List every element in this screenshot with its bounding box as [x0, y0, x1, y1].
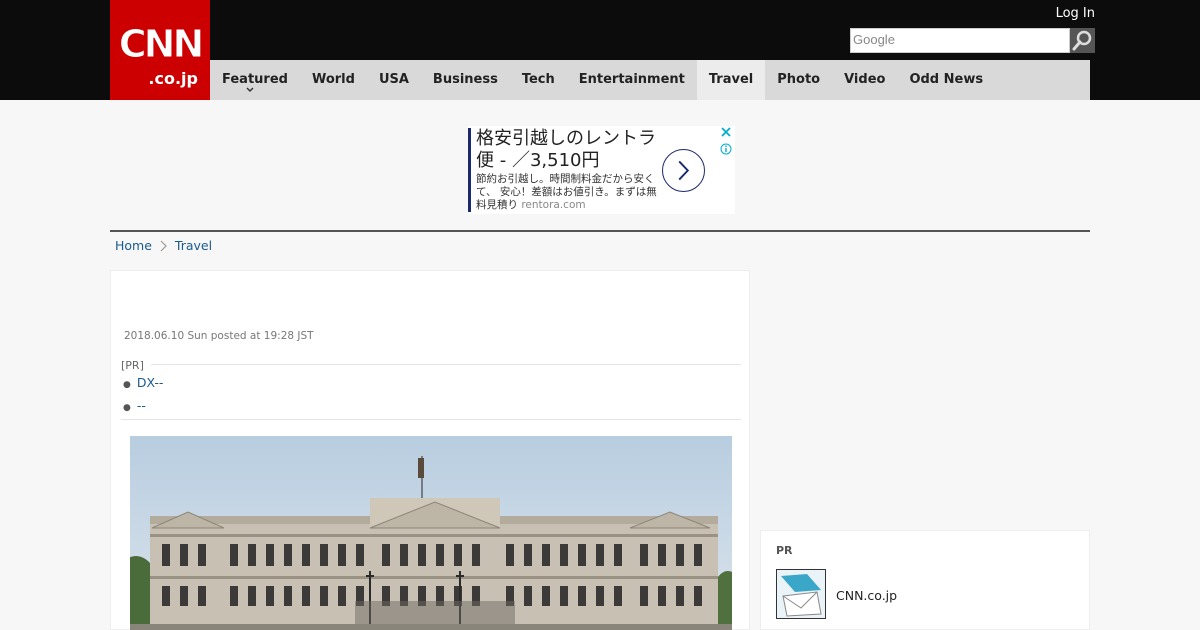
sidebar-thumbnail[interactable] [776, 569, 826, 619]
pr-link[interactable]: DX-- [137, 375, 164, 390]
nav-item-usa[interactable]: USA [367, 60, 421, 100]
document-icon [777, 570, 825, 618]
ad-accent-bar [468, 128, 471, 212]
pr-link-item: ● DX-- [123, 375, 163, 393]
chevron-right-icon [160, 240, 167, 252]
bullet-icon: ● [123, 380, 131, 390]
nav-item-label: Tech [521, 72, 555, 87]
article-date: 2018.06.10 Sun posted at 19:28 JST [124, 330, 314, 342]
sidebar-pr-label: PR [776, 544, 793, 557]
pr-link-item: ● -- [123, 398, 146, 416]
ad-description: 節約お引越し。時間制料金だから安くて、 安心！差額はお値引き。まずは無料見積り … [476, 173, 658, 212]
ad-go-button[interactable] [662, 149, 705, 192]
ad-title[interactable]: 格安引越しのレントラ便 - ／3,510円 [476, 128, 656, 172]
nav-item-label: Odd News [909, 72, 984, 87]
cnn-logo[interactable]: CNN .co.jp [110, 0, 210, 100]
nav-item-label: Video [844, 72, 886, 87]
search-input[interactable]: Google [850, 28, 1070, 53]
login-link[interactable]: Log In [1040, 6, 1095, 22]
search-button[interactable] [1070, 28, 1095, 53]
pr-divider [151, 364, 741, 365]
ad-banner[interactable]: 格安引越しのレントラ便 - ／3,510円 節約お引越し。時間制料金だから安くて… [468, 126, 735, 214]
ad-close-icon[interactable] [720, 126, 732, 138]
pr-label: [PR] [121, 359, 144, 372]
nav-item-featured[interactable]: Featured [210, 60, 300, 100]
bullet-icon: ● [123, 403, 131, 413]
breadcrumb: Home Travel [115, 238, 212, 254]
search-icon [1072, 30, 1092, 51]
article-photo [130, 436, 732, 630]
nav-item-label: Photo [777, 72, 821, 87]
logo-main-text: CNN [118, 22, 205, 66]
article-card: 2018.06.10 Sun posted at 19:28 JST [PR] … [110, 270, 750, 630]
sidebar-item-link[interactable]: CNN.co.jp [836, 588, 897, 604]
nav-item-photo[interactable]: Photo [765, 60, 832, 100]
nav-item-label: Travel [708, 72, 754, 87]
sidebar-pr-box: PR CNN.co.jp [760, 530, 1090, 630]
nav-item-entertainment[interactable]: Entertainment [567, 60, 697, 100]
nav-item-label: Business [432, 72, 498, 87]
chevron-right-icon [678, 160, 690, 181]
palace-illustration [130, 436, 732, 630]
chevron-down-icon [246, 87, 254, 93]
pr-divider [121, 419, 741, 420]
ad-domain: rentora.com [521, 199, 586, 211]
nav-item-label: USA [378, 72, 409, 87]
breadcrumb-home[interactable]: Home [115, 238, 152, 254]
ad-info-icon[interactable] [720, 143, 732, 155]
nav-item-label: Featured [222, 72, 288, 87]
nav-item-business[interactable]: Business [421, 60, 510, 100]
section-divider [110, 230, 1090, 232]
nav-item-video[interactable]: Video [832, 60, 897, 100]
nav-item-world[interactable]: World [300, 60, 367, 100]
nav-item-tech[interactable]: Tech [510, 60, 567, 100]
pr-link[interactable]: -- [137, 398, 146, 413]
logo-sub-text: .co.jp [148, 69, 198, 88]
nav-item-odd-news[interactable]: Odd News [897, 60, 995, 100]
breadcrumb-travel[interactable]: Travel [175, 238, 212, 254]
main-nav: Featured World USA Business Tech Enterta… [210, 60, 1090, 100]
nav-item-label: Entertainment [578, 72, 685, 87]
nav-item-label: World [311, 72, 355, 87]
nav-item-travel[interactable]: Travel [696, 60, 766, 100]
